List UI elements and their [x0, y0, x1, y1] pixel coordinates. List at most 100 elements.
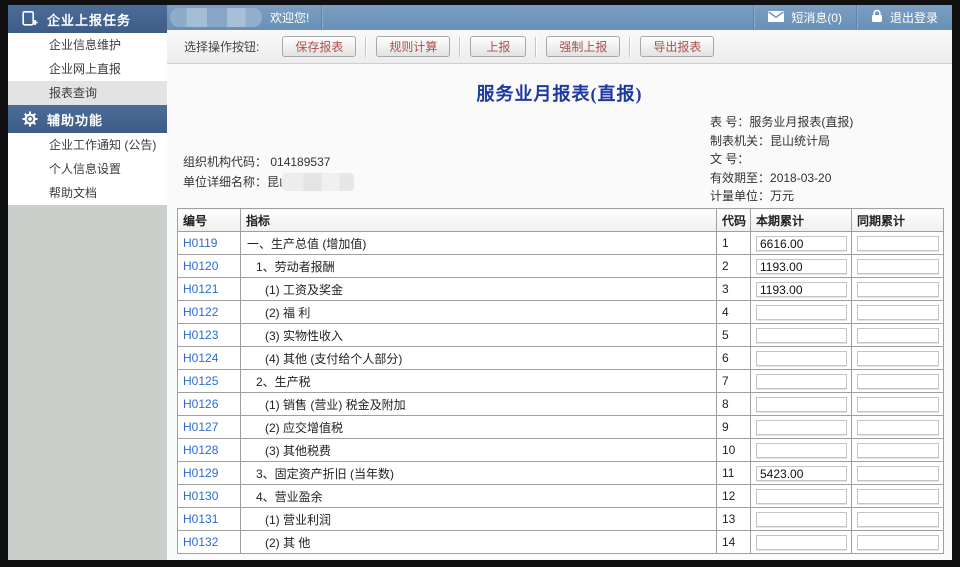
prior-period-input[interactable]	[857, 351, 939, 366]
report-meta-line: 有效期至：2018-03-20	[710, 169, 853, 188]
prior-period-input[interactable]	[857, 397, 939, 412]
row-id-link[interactable]: H0120	[178, 255, 241, 278]
prior-period-input[interactable]	[857, 259, 939, 274]
row-indicator: (3) 实物性收入	[241, 324, 717, 347]
prior-period-input[interactable]	[857, 420, 939, 435]
sidebar-item[interactable]: 报表查询	[8, 81, 167, 105]
toolbar-button[interactable]: 上报	[470, 36, 526, 57]
prior-period-input[interactable]	[857, 512, 939, 527]
header-current-period: 本期累计	[751, 209, 852, 232]
row-id-link[interactable]: H0124	[178, 347, 241, 370]
table-header-row: 编号 指标 代码 本期累计 同期累计	[178, 209, 944, 232]
toolbar-button[interactable]: 保存报表	[282, 36, 356, 57]
table-row: H0127(2) 应交增值税9	[178, 416, 944, 439]
document-add-icon	[21, 11, 38, 28]
row-code: 14	[717, 531, 751, 554]
row-id-link[interactable]: H0129	[178, 462, 241, 485]
header-prior-period: 同期累计	[852, 209, 944, 232]
row-current-cell	[751, 324, 852, 347]
sidebar-item[interactable]: 企业网上直报	[8, 57, 167, 81]
table-row: H0122(2) 福 利4	[178, 301, 944, 324]
row-id-link[interactable]: H0130	[178, 485, 241, 508]
sidebar-item[interactable]: 企业工作通知 (公告)	[8, 133, 167, 157]
prior-period-input[interactable]	[857, 374, 939, 389]
prior-period-input[interactable]	[857, 443, 939, 458]
row-id-link[interactable]: H0125	[178, 370, 241, 393]
toolbar-divider	[459, 37, 461, 57]
row-id-link[interactable]: H0127	[178, 416, 241, 439]
current-period-input[interactable]	[756, 305, 847, 320]
report-meta-line: 计量单位：万元	[710, 187, 853, 206]
table-row: H01293、固定资产折旧 (当年数)11	[178, 462, 944, 485]
meta-label: 表 号：	[710, 115, 749, 129]
current-period-input[interactable]	[756, 259, 847, 274]
prior-period-input[interactable]	[857, 328, 939, 343]
current-period-input[interactable]	[756, 443, 847, 458]
prior-period-input[interactable]	[857, 489, 939, 504]
row-current-cell	[751, 508, 852, 531]
prior-period-input[interactable]	[857, 236, 939, 251]
header-indicator: 指标	[241, 209, 717, 232]
sidebar: 企业上报任务企业信息维护企业网上直报报表查询辅助功能企业工作通知 (公告)个人信…	[8, 5, 167, 560]
report-meta-line: 文 号：	[710, 150, 853, 169]
redacted-unit-name	[282, 173, 354, 191]
row-prior-cell	[852, 347, 944, 370]
row-current-cell	[751, 485, 852, 508]
report-meta-line: 制表机关：昆山统计局	[710, 132, 853, 151]
row-id-link[interactable]: H0119	[178, 232, 241, 255]
prior-period-input[interactable]	[857, 305, 939, 320]
row-id-link[interactable]: H0132	[178, 531, 241, 554]
gear-icon	[21, 111, 38, 128]
row-prior-cell	[852, 485, 944, 508]
topbar: 欢迎您! 短消息(0) 退出登录	[167, 5, 952, 30]
row-current-cell	[751, 393, 852, 416]
current-period-input[interactable]	[756, 489, 847, 504]
current-period-input[interactable]	[756, 512, 847, 527]
sidebar-item[interactable]: 个人信息设置	[8, 157, 167, 181]
logout-button[interactable]: 退出登录	[856, 5, 952, 30]
meta-label: 计量单位：	[710, 189, 770, 203]
current-period-input[interactable]	[756, 236, 847, 251]
prior-period-input[interactable]	[857, 535, 939, 550]
messages-button[interactable]: 短消息(0)	[753, 5, 856, 30]
sidebar-item[interactable]: 帮助文档	[8, 181, 167, 205]
row-indicator: 一、生产总值 (增加值)	[241, 232, 717, 255]
row-prior-cell	[852, 324, 944, 347]
row-code: 10	[717, 439, 751, 462]
prior-period-input[interactable]	[857, 282, 939, 297]
row-id-link[interactable]: H0123	[178, 324, 241, 347]
row-code: 13	[717, 508, 751, 531]
prior-period-input[interactable]	[857, 466, 939, 481]
current-period-input[interactable]	[756, 328, 847, 343]
row-indicator: 3、固定资产折旧 (当年数)	[241, 462, 717, 485]
toolbar-button[interactable]: 规则计算	[376, 36, 450, 57]
topbar-divider	[321, 5, 323, 30]
header-id: 编号	[178, 209, 241, 232]
row-prior-cell	[852, 416, 944, 439]
current-period-input[interactable]	[756, 282, 847, 297]
row-id-link[interactable]: H0131	[178, 508, 241, 531]
current-period-input[interactable]	[756, 466, 847, 481]
row-code: 7	[717, 370, 751, 393]
org-code-value: 014189537	[270, 155, 330, 169]
toolbar-button[interactable]: 强制上报	[546, 36, 620, 57]
toolbar: 选择操作按钮: 保存报表规则计算上报强制上报导出报表	[167, 30, 952, 64]
current-period-input[interactable]	[756, 351, 847, 366]
messages-label: 短消息(0)	[791, 9, 842, 26]
sidebar-item[interactable]: 企业信息维护	[8, 33, 167, 57]
row-indicator: (4) 其他 (支付给个人部分)	[241, 347, 717, 370]
toolbar-label: 选择操作按钮:	[184, 38, 259, 55]
table-row: H0124(4) 其他 (支付给个人部分)6	[178, 347, 944, 370]
current-period-input[interactable]	[756, 420, 847, 435]
row-id-link[interactable]: H0121	[178, 278, 241, 301]
row-prior-cell	[852, 255, 944, 278]
current-period-input[interactable]	[756, 535, 847, 550]
row-id-link[interactable]: H0126	[178, 393, 241, 416]
report-page: 服务业月报表(直报) 表 号：服务业月报表(直报)制表机关：昆山统计局文 号：有…	[167, 64, 952, 560]
row-id-link[interactable]: H0128	[178, 439, 241, 462]
toolbar-button[interactable]: 导出报表	[640, 36, 714, 57]
current-period-input[interactable]	[756, 374, 847, 389]
row-indicator: (2) 其 他	[241, 531, 717, 554]
current-period-input[interactable]	[756, 397, 847, 412]
row-id-link[interactable]: H0122	[178, 301, 241, 324]
